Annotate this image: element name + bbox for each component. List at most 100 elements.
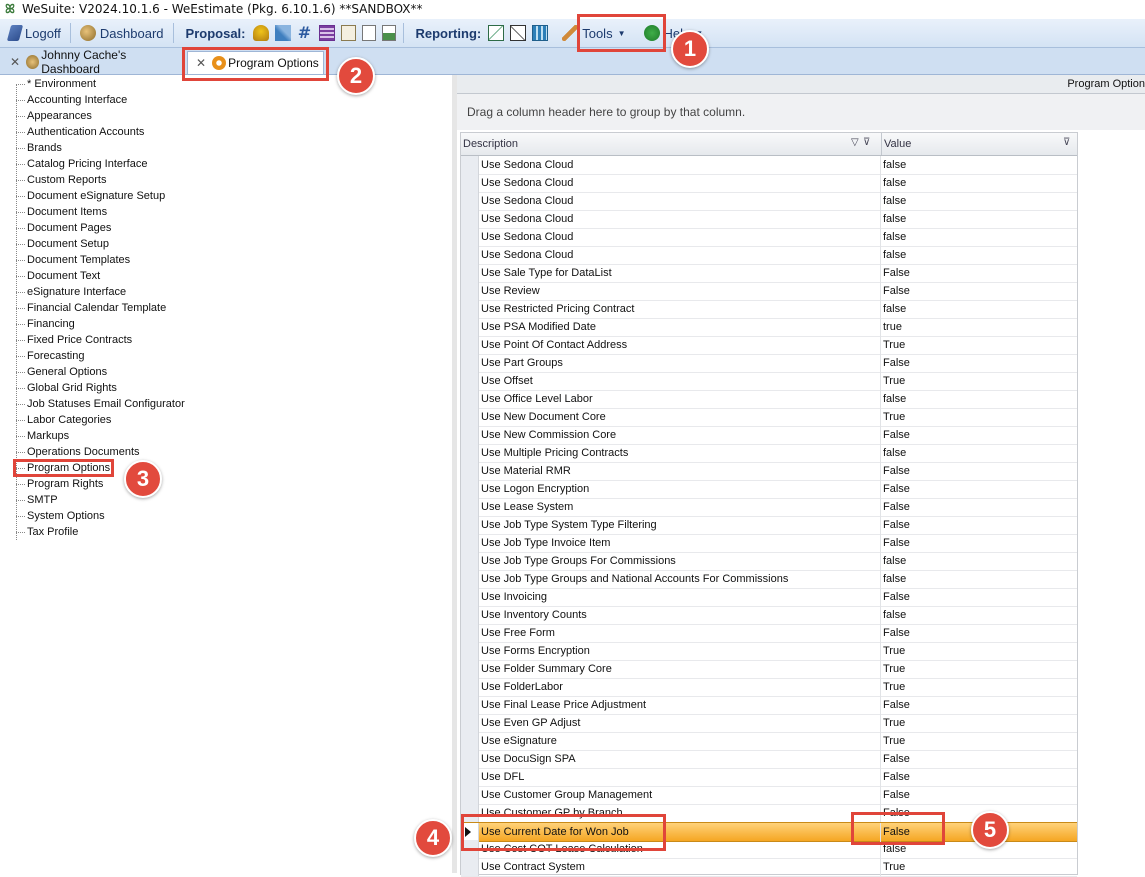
cell-value[interactable]: False	[880, 480, 1076, 498]
list-icon[interactable]	[318, 25, 335, 41]
cell-value[interactable]: false	[880, 210, 1076, 228]
tools-proposal-icon[interactable]	[274, 25, 291, 41]
line-chart-icon[interactable]	[488, 25, 505, 41]
tree-item[interactable]: Document Text	[16, 268, 100, 284]
table-row[interactable]: Use Sedona Cloud false	[461, 192, 1077, 211]
tree-item[interactable]: Global Grid Rights	[16, 380, 117, 396]
table-row[interactable]: Use Logon Encryption False	[461, 480, 1077, 499]
tree-item[interactable]: Forecasting	[16, 348, 84, 364]
row-selector[interactable]	[461, 750, 479, 768]
row-selector[interactable]	[461, 336, 479, 354]
table-row[interactable]: Use Office Level Labor false	[461, 390, 1077, 409]
cell-value[interactable]: false	[880, 570, 1076, 588]
row-selector[interactable]	[461, 552, 479, 570]
tree-item[interactable]: Markups	[16, 428, 69, 444]
row-selector[interactable]	[461, 210, 479, 228]
table-row[interactable]: Use Customer Group Management False	[461, 786, 1077, 805]
row-selector[interactable]	[461, 642, 479, 660]
sort-filter-icon[interactable]: ▽	[851, 137, 861, 149]
tree-item[interactable]: SMTP	[16, 492, 58, 508]
row-selector[interactable]	[461, 714, 479, 732]
tree-item[interactable]: Appearances	[16, 108, 92, 124]
row-selector[interactable]	[461, 696, 479, 714]
tree-item[interactable]: Authentication Accounts	[16, 124, 144, 140]
table-row[interactable]: Use Multiple Pricing Contracts false	[461, 444, 1077, 463]
cell-value[interactable]: True	[880, 660, 1076, 678]
tree-item[interactable]: Operations Documents	[16, 444, 140, 460]
table-row[interactable]: Use Offset True	[461, 372, 1077, 391]
table-row[interactable]: Use Even GP Adjust True	[461, 714, 1077, 733]
cell-value[interactable]: false	[880, 444, 1076, 462]
table-row[interactable]: Use Job Type Groups For Commissions false	[461, 552, 1077, 571]
cell-value[interactable]: false	[880, 192, 1076, 210]
tree-item[interactable]: Accounting Interface	[16, 92, 127, 108]
cell-value[interactable]: False	[880, 786, 1076, 804]
tree-item[interactable]: General Options	[16, 364, 107, 380]
table-row[interactable]: Use Restricted Pricing Contract false	[461, 300, 1077, 319]
document-icon[interactable]	[361, 25, 376, 41]
cell-value[interactable]: False	[880, 462, 1076, 480]
clipboard-icon[interactable]	[340, 25, 356, 41]
tree-item[interactable]: Job Statuses Email Configurator	[16, 396, 185, 412]
tree-item[interactable]: Labor Categories	[16, 412, 111, 428]
table-row[interactable]: Use Sedona Cloud false	[461, 246, 1077, 265]
table-row[interactable]: Use New Commission Core False	[461, 426, 1077, 445]
table-row[interactable]: Use Job Type System Type Filtering False	[461, 516, 1077, 535]
bell-icon[interactable]	[252, 25, 269, 41]
table-row[interactable]: Use Sedona Cloud false	[461, 156, 1077, 175]
row-selector[interactable]	[461, 858, 479, 876]
table-row[interactable]: Use Forms Encryption True	[461, 642, 1077, 661]
table-row[interactable]: Use Sale Type for DataList False	[461, 264, 1077, 283]
cell-value[interactable]: false	[880, 228, 1076, 246]
cell-value[interactable]: False	[880, 624, 1076, 642]
cell-value[interactable]: False	[880, 534, 1076, 552]
table-row[interactable]: Use Sedona Cloud false	[461, 228, 1077, 247]
row-selector[interactable]	[461, 606, 479, 624]
row-selector[interactable]	[461, 516, 479, 534]
tree-item[interactable]: Document eSignature Setup	[16, 188, 165, 204]
tab-dashboard[interactable]: ✕ Johnny Cache's Dashboard	[2, 48, 180, 76]
cell-value[interactable]: True	[880, 408, 1076, 426]
row-selector[interactable]	[461, 246, 479, 264]
table-row[interactable]: Use Part Groups False	[461, 354, 1077, 373]
table-row[interactable]: Use New Document Core True	[461, 408, 1077, 427]
table-row[interactable]: Use PSA Modified Date true	[461, 318, 1077, 337]
cell-value[interactable]: false	[880, 174, 1076, 192]
cell-value[interactable]: True	[880, 642, 1076, 660]
group-by-area[interactable]: Drag a column header here to group by th…	[457, 94, 1145, 130]
row-selector[interactable]	[461, 156, 479, 174]
row-selector[interactable]	[461, 228, 479, 246]
cell-value[interactable]: false	[880, 390, 1076, 408]
document-chart-icon[interactable]	[381, 25, 396, 41]
cell-value[interactable]: True	[880, 372, 1076, 390]
cell-value[interactable]: False	[880, 696, 1076, 714]
tree-item[interactable]: * Environment	[16, 76, 96, 92]
cell-value[interactable]: false	[880, 156, 1076, 174]
tree-item[interactable]: Tax Profile	[16, 524, 78, 540]
row-selector[interactable]	[461, 282, 479, 300]
table-row[interactable]: Use FolderLabor True	[461, 678, 1077, 697]
cell-value[interactable]: True	[880, 336, 1076, 354]
filter-icon[interactable]: ⊽	[863, 137, 873, 149]
cell-value[interactable]: false	[880, 552, 1076, 570]
cell-value[interactable]: True	[880, 732, 1076, 750]
tree-item[interactable]: Catalog Pricing Interface	[16, 156, 147, 172]
tree-item[interactable]: Document Items	[16, 204, 107, 220]
grid-hash-icon[interactable]: #	[297, 25, 313, 41]
cell-value[interactable]: False	[880, 588, 1076, 606]
row-selector[interactable]	[461, 588, 479, 606]
row-selector[interactable]	[461, 624, 479, 642]
row-selector[interactable]	[461, 498, 479, 516]
cell-value[interactable]: True	[880, 678, 1076, 696]
row-selector[interactable]	[461, 480, 479, 498]
tree-item[interactable]: Document Pages	[16, 220, 111, 236]
table-row[interactable]: Use Sedona Cloud false	[461, 210, 1077, 229]
row-selector[interactable]	[461, 174, 479, 192]
tree-item[interactable]: Brands	[16, 140, 62, 156]
logoff-button[interactable]: Logoff	[4, 22, 66, 44]
row-selector[interactable]	[461, 390, 479, 408]
cell-value[interactable]: false	[880, 300, 1076, 318]
row-selector[interactable]	[461, 534, 479, 552]
table-row[interactable]: Use Lease System False	[461, 498, 1077, 517]
tree-item[interactable]: Financial Calendar Template	[16, 300, 166, 316]
